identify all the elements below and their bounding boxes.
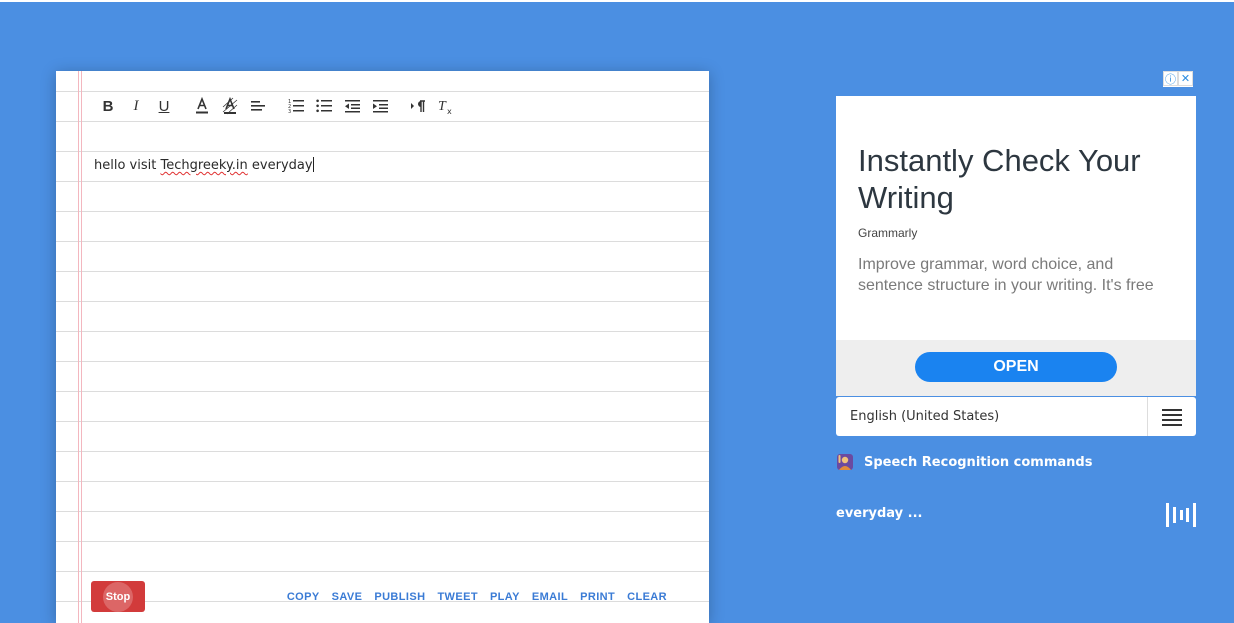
margin-line bbox=[81, 71, 82, 623]
language-selected: English (United States) bbox=[850, 409, 1000, 424]
stop-button[interactable]: Stop bbox=[91, 581, 145, 612]
ad-close-icon[interactable]: ✕ bbox=[1178, 71, 1193, 86]
speech-commands-link[interactable]: Speech Recognition commands bbox=[836, 453, 1092, 471]
tweet-button[interactable]: TWEET bbox=[437, 591, 478, 603]
highlight-icon[interactable] bbox=[216, 95, 244, 117]
ad-brand[interactable]: Grammarly bbox=[858, 226, 917, 240]
outdent-icon[interactable] bbox=[338, 95, 366, 117]
menu-icon[interactable] bbox=[1147, 397, 1196, 436]
language-select[interactable]: English (United States) bbox=[836, 397, 1196, 436]
print-button[interactable]: PRINT bbox=[580, 591, 615, 603]
format-toolbar: B I U 123 Tx bbox=[94, 95, 460, 117]
live-transcript: everyday ... bbox=[836, 506, 923, 521]
stop-button-label: Stop bbox=[105, 590, 131, 603]
copy-button[interactable]: COPY bbox=[287, 591, 320, 603]
action-bar: COPY SAVE PUBLISH TWEET PLAY EMAIL PRINT… bbox=[287, 591, 667, 603]
top-border bbox=[0, 0, 1234, 2]
svg-text:T: T bbox=[438, 99, 447, 114]
ad-choices: ⓘ ✕ bbox=[1163, 71, 1193, 87]
advertisement[interactable]: Instantly Check Your Writing Grammarly I… bbox=[836, 96, 1196, 396]
text-segment: everyday bbox=[247, 158, 313, 173]
margin-line bbox=[78, 71, 79, 623]
ad-footer: OPEN bbox=[836, 340, 1196, 396]
font-color-icon[interactable] bbox=[188, 95, 216, 117]
misspelled-word[interactable]: Techgreeky.in bbox=[160, 158, 247, 173]
person-raising-hand-icon bbox=[837, 454, 853, 470]
paragraph-direction-icon[interactable] bbox=[404, 95, 432, 117]
ad-info-icon[interactable]: ⓘ bbox=[1163, 71, 1178, 86]
ad-description[interactable]: Improve grammar, word choice, and senten… bbox=[858, 254, 1178, 296]
editor-text[interactable]: hello visit Techgreeky.in everyday bbox=[94, 157, 314, 173]
speech-commands-label: Speech Recognition commands bbox=[864, 454, 1093, 470]
play-button[interactable]: PLAY bbox=[490, 591, 520, 603]
clear-format-icon[interactable]: Tx bbox=[432, 95, 460, 117]
save-button[interactable]: SAVE bbox=[332, 591, 363, 603]
underline-icon[interactable]: U bbox=[150, 95, 178, 117]
voice-level-icon[interactable] bbox=[1166, 503, 1196, 527]
notepad[interactable]: B I U 123 Tx hello visit Techgreeky.in e… bbox=[56, 71, 709, 623]
bullet-list-icon[interactable] bbox=[310, 95, 338, 117]
svg-text:x: x bbox=[447, 107, 452, 115]
ad-open-button[interactable]: OPEN bbox=[915, 352, 1117, 382]
text-caret bbox=[312, 157, 314, 172]
text-segment: hello visit bbox=[94, 158, 161, 173]
ad-headline[interactable]: Instantly Check Your Writing bbox=[858, 142, 1178, 216]
publish-button[interactable]: PUBLISH bbox=[374, 591, 425, 603]
clear-button[interactable]: CLEAR bbox=[627, 591, 667, 603]
italic-icon[interactable]: I bbox=[122, 95, 150, 117]
email-button[interactable]: EMAIL bbox=[532, 591, 568, 603]
align-left-icon[interactable] bbox=[244, 95, 272, 117]
ordered-list-icon[interactable]: 123 bbox=[282, 95, 310, 117]
indent-icon[interactable] bbox=[366, 95, 394, 117]
svg-text:3: 3 bbox=[288, 109, 291, 114]
bold-icon[interactable]: B bbox=[94, 95, 122, 117]
